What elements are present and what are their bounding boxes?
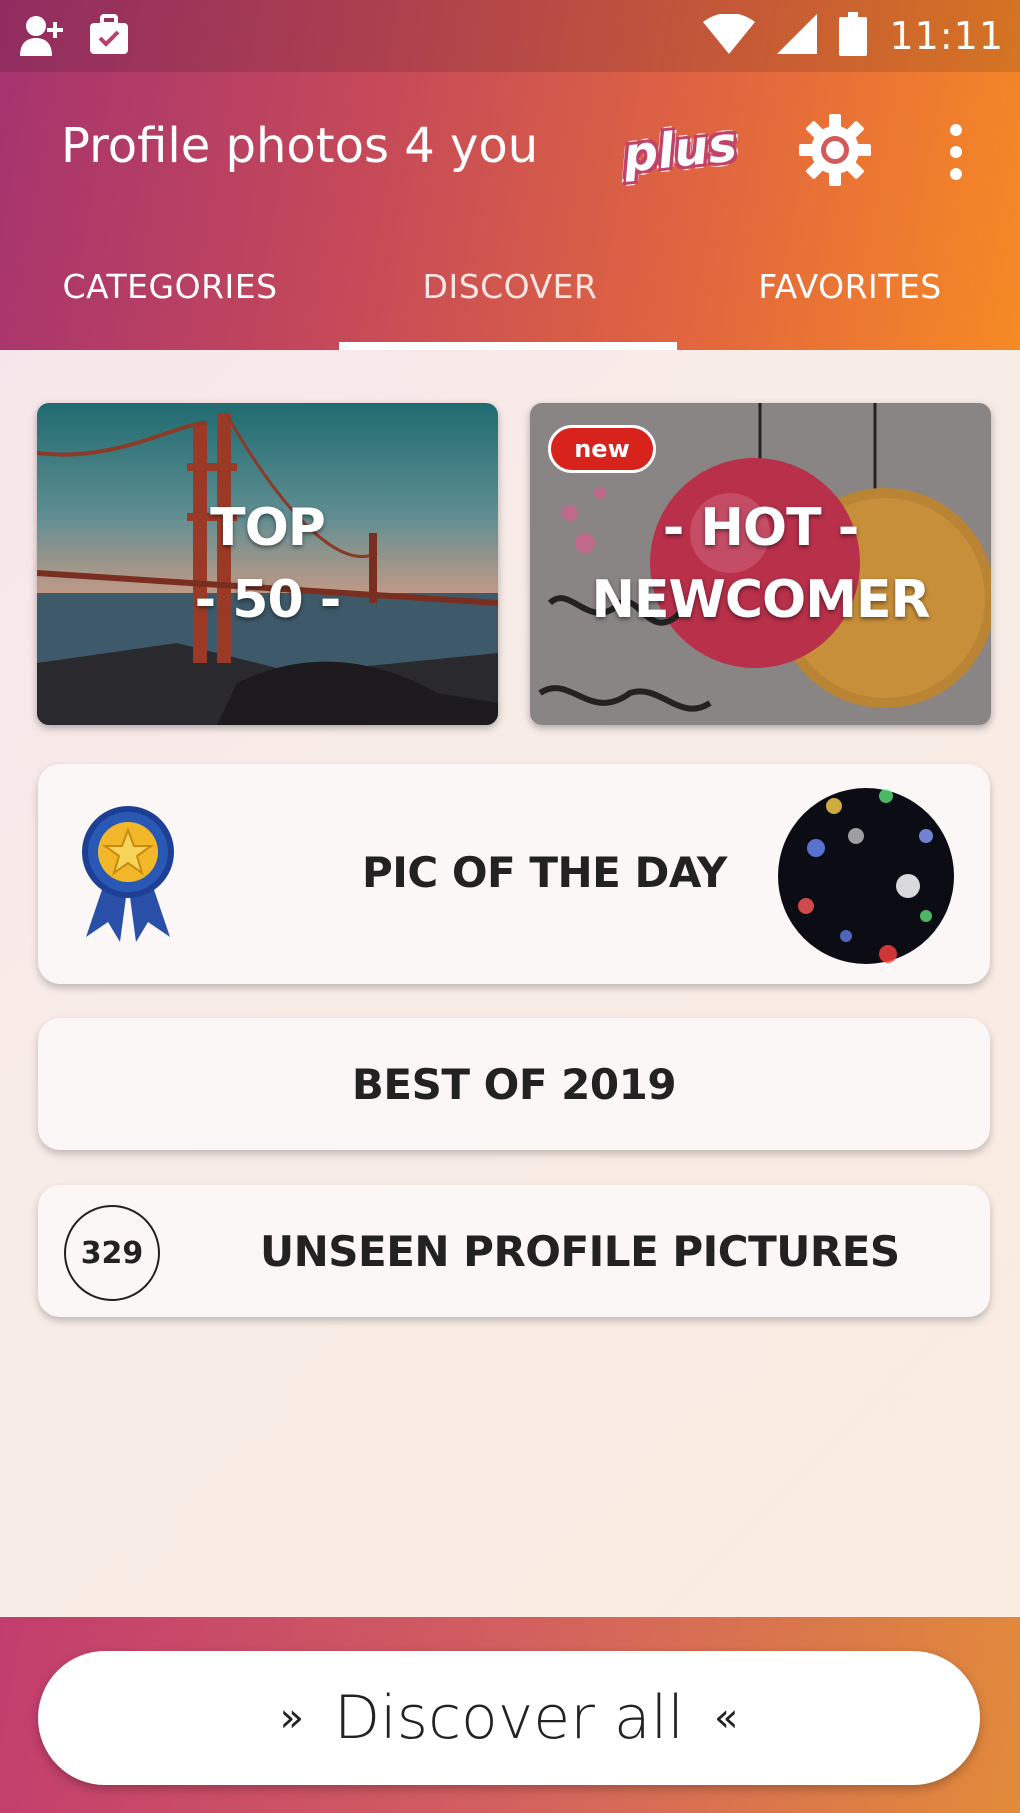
discover-all-label: Discover all (333, 1683, 685, 1753)
plus-button[interactable]: plus (621, 111, 740, 190)
app-header: 11:11 Profile photos 4 you plus CATEGORI… (0, 0, 1020, 350)
app-title: Profile photos 4 you (61, 118, 539, 174)
hot-line1: - HOT - (662, 498, 860, 558)
briefcase-check-icon (88, 14, 130, 62)
pic-of-the-day-thumbnail (776, 786, 956, 970)
hot-newcomer-label: - HOT - NEWCOMER (530, 403, 991, 725)
unseen-pictures-card[interactable]: 329 UNSEEN PROFILE PICTURES (38, 1185, 990, 1317)
battery-icon (839, 12, 868, 60)
award-ribbon-icon (78, 802, 178, 946)
tab-indicator (339, 342, 677, 350)
hot-newcomer-tile[interactable]: new - HOT - NEWCOMER (530, 403, 991, 725)
tab-categories[interactable]: CATEGORIES (0, 222, 340, 350)
pic-of-the-day-label: PIC OF THE DAY (362, 848, 727, 897)
gear-icon (797, 114, 873, 192)
best-of-label: BEST OF 2019 (351, 1060, 677, 1109)
status-right-icons: 11:11 (703, 12, 1004, 60)
unseen-count-badge: 329 (64, 1205, 160, 1301)
top-50-line2: - 50 - (194, 570, 342, 630)
top-50-label: TOP - 50 - (37, 403, 498, 725)
right-quote: « (714, 1695, 739, 1741)
more-vertical-icon (940, 124, 972, 186)
top-50-line1: TOP (210, 498, 326, 558)
hot-line2: NEWCOMER (591, 570, 930, 630)
bottom-bar: » Discover all « (0, 1617, 1020, 1813)
signal-icon (777, 14, 818, 58)
add-contact-icon (20, 14, 66, 62)
wifi-icon (703, 13, 756, 58)
app-bar: Profile photos 4 you plus (0, 72, 1020, 222)
status-left-icons (20, 14, 130, 62)
tab-bar: CATEGORIES DISCOVER FAVORITES (0, 222, 1020, 350)
left-quote: » (279, 1695, 304, 1741)
tab-favorites[interactable]: FAVORITES (680, 222, 1020, 350)
tab-discover[interactable]: DISCOVER (340, 222, 680, 350)
status-time: 11:11 (889, 14, 1004, 58)
unseen-pictures-label: UNSEEN PROFILE PICTURES (260, 1227, 900, 1276)
settings-button[interactable] (797, 112, 873, 188)
more-options-button[interactable] (940, 122, 972, 182)
status-bar: 11:11 (0, 0, 1020, 72)
top-50-tile[interactable]: TOP - 50 - (37, 403, 498, 725)
best-of-card[interactable]: BEST OF 2019 (38, 1018, 990, 1150)
discover-all-button[interactable]: » Discover all « (38, 1651, 980, 1785)
pic-of-the-day-card[interactable]: PIC OF THE DAY (38, 764, 990, 984)
